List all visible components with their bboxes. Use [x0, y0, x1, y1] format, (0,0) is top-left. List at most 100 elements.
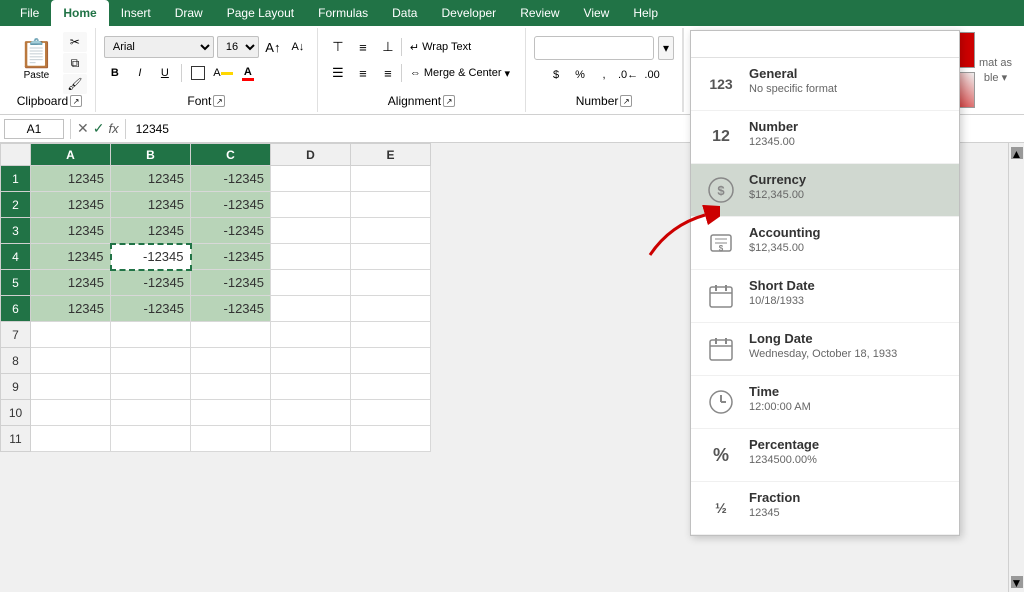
number-format-input[interactable]	[534, 36, 654, 60]
cell[interactable]	[271, 270, 351, 296]
format-item-percentage[interactable]: %Percentage1234500.00%	[691, 429, 959, 482]
cell[interactable]: 12345	[111, 166, 191, 192]
cell[interactable]	[351, 166, 431, 192]
tab-help[interactable]: Help	[621, 0, 670, 26]
cell[interactable]: 12345	[31, 296, 111, 322]
sidebar-scrollbar[interactable]: ▲ ▼	[1008, 143, 1024, 592]
cell[interactable]: -12345	[191, 270, 271, 296]
cell[interactable]	[31, 400, 111, 426]
cell[interactable]: 12345	[31, 192, 111, 218]
tab-data[interactable]: Data	[380, 0, 429, 26]
cell[interactable]	[191, 348, 271, 374]
cell[interactable]	[31, 322, 111, 348]
paste-button[interactable]: 📋 Paste	[12, 32, 61, 86]
tab-developer[interactable]: Developer	[429, 0, 508, 26]
format-item-long_date[interactable]: Long DateWednesday, October 18, 1933	[691, 323, 959, 376]
comma-style-button[interactable]: ,	[593, 64, 615, 86]
underline-button[interactable]: U	[154, 62, 176, 84]
cell[interactable]: -12345	[111, 244, 191, 270]
cell[interactable]	[31, 426, 111, 452]
row-header-6[interactable]: 6	[1, 296, 31, 322]
cell[interactable]: 12345	[31, 270, 111, 296]
font-expand[interactable]: ↗	[213, 95, 225, 107]
cell[interactable]: -12345	[191, 166, 271, 192]
bold-button[interactable]: B	[104, 62, 126, 84]
cell[interactable]	[351, 400, 431, 426]
cell[interactable]	[111, 348, 191, 374]
scroll-down-button[interactable]: ▼	[1011, 576, 1023, 588]
tab-home[interactable]: Home	[51, 0, 108, 26]
cell[interactable]	[191, 400, 271, 426]
confirm-formula-button[interactable]: ✓	[93, 120, 105, 137]
format-search-input[interactable]	[691, 31, 959, 58]
cell[interactable]: -12345	[191, 296, 271, 322]
cell[interactable]	[191, 322, 271, 348]
cell[interactable]	[351, 322, 431, 348]
cell[interactable]	[111, 426, 191, 452]
col-header-C[interactable]: C	[191, 144, 271, 166]
font-color-button[interactable]: A	[237, 62, 259, 84]
alignment-expand[interactable]: ↗	[443, 95, 455, 107]
cell[interactable]	[351, 348, 431, 374]
cell[interactable]: 12345	[111, 218, 191, 244]
cell[interactable]	[111, 400, 191, 426]
font-increase-button[interactable]: A↑	[262, 36, 284, 58]
cell[interactable]	[351, 296, 431, 322]
border-button[interactable]	[187, 62, 209, 84]
cell[interactable]	[111, 374, 191, 400]
row-header-2[interactable]: 2	[1, 192, 31, 218]
format-item-currency[interactable]: $Currency$12,345.00	[691, 164, 959, 217]
format-item-accounting[interactable]: $Accounting$12,345.00	[691, 217, 959, 270]
cell[interactable]	[271, 166, 351, 192]
increase-decimal-button[interactable]: .00	[641, 64, 663, 86]
cell[interactable]	[351, 270, 431, 296]
merge-center-button[interactable]: ⇔ Merge & Center ▾	[403, 62, 517, 84]
row-header-1[interactable]: 1	[1, 166, 31, 192]
col-header-E[interactable]: E	[351, 144, 431, 166]
cell[interactable]	[271, 218, 351, 244]
cell[interactable]	[271, 374, 351, 400]
cell-reference-input[interactable]: A1	[4, 119, 64, 139]
tab-file[interactable]: File	[8, 0, 51, 26]
cell[interactable]: -12345	[111, 270, 191, 296]
wrap-text-button[interactable]: ↵ Wrap Text	[403, 36, 478, 58]
font-family-select[interactable]: Arial	[104, 36, 214, 58]
format-item-general[interactable]: 123GeneralNo specific format	[691, 58, 959, 111]
number-expand[interactable]: ↗	[620, 95, 632, 107]
cell[interactable]	[271, 244, 351, 270]
currency-style-button[interactable]: $	[545, 64, 567, 86]
align-center-button[interactable]: ≡	[351, 62, 375, 84]
row-header-11[interactable]: 11	[1, 426, 31, 452]
cell[interactable]: -12345	[191, 218, 271, 244]
row-header-5[interactable]: 5	[1, 270, 31, 296]
cell[interactable]	[271, 348, 351, 374]
row-header-8[interactable]: 8	[1, 348, 31, 374]
cell[interactable]	[351, 374, 431, 400]
cell[interactable]: -12345	[191, 192, 271, 218]
cell[interactable]	[271, 192, 351, 218]
cell[interactable]: 12345	[31, 218, 111, 244]
cell[interactable]	[351, 244, 431, 270]
col-header-B[interactable]: B	[111, 144, 191, 166]
row-header-10[interactable]: 10	[1, 400, 31, 426]
cell[interactable]: 12345	[111, 192, 191, 218]
format-item-number[interactable]: 12Number12345.00	[691, 111, 959, 164]
align-top-button[interactable]: ⊤	[326, 36, 350, 58]
align-middle-button[interactable]: ≡	[351, 36, 375, 58]
cell[interactable]	[111, 322, 191, 348]
tab-view[interactable]: View	[572, 0, 622, 26]
align-left-button[interactable]: ☰	[326, 62, 350, 84]
row-header-9[interactable]: 9	[1, 374, 31, 400]
format-item-short_date[interactable]: Short Date10/18/1933	[691, 270, 959, 323]
copy-button[interactable]: ⧉	[63, 53, 87, 73]
tab-insert[interactable]: Insert	[109, 0, 163, 26]
format-item-time[interactable]: Time12:00:00 AM	[691, 376, 959, 429]
cell[interactable]	[271, 296, 351, 322]
italic-button[interactable]: I	[129, 62, 151, 84]
tab-formulas[interactable]: Formulas	[306, 0, 380, 26]
tab-page-layout[interactable]: Page Layout	[215, 0, 306, 26]
cancel-formula-button[interactable]: ✕	[77, 120, 89, 137]
number-format-dropdown-button[interactable]: ▾	[658, 36, 674, 60]
fill-color-button[interactable]: A	[212, 62, 234, 84]
cell[interactable]	[271, 400, 351, 426]
